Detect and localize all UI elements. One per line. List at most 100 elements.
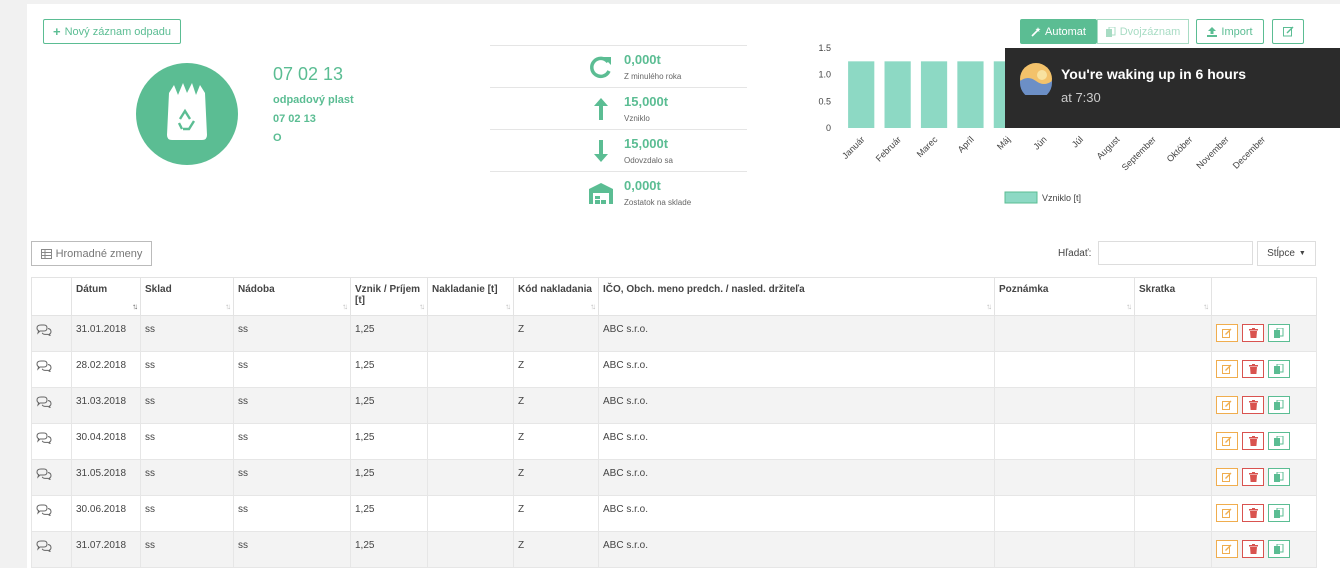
cell-nadoba: ss <box>233 531 351 568</box>
cell-ico: ABC s.r.o. <box>598 387 995 424</box>
edit-icon <box>1222 472 1232 482</box>
x-tick-label: Marec <box>915 134 940 159</box>
stat-value: 15,000t <box>624 136 669 151</box>
cell-kod: Z <box>513 495 599 532</box>
copy-row-button[interactable] <box>1268 360 1290 378</box>
edit-row-button[interactable] <box>1216 540 1238 558</box>
cell-nadoba: ss <box>233 459 351 496</box>
alarm-toast[interactable]: You're waking up in 6 hours at 7:30 <box>1005 48 1340 128</box>
table-row: 31.05.2018 ss ss 1,25 Z ABC s.r.o. <box>31 459 1317 496</box>
edit-row-button[interactable] <box>1216 468 1238 486</box>
header-poznamka[interactable]: Poznámka ↑↓ <box>994 277 1135 316</box>
comment-cell[interactable] <box>31 495 72 532</box>
stat-in-stock: 0,000t Zostatok na sklade <box>490 171 747 213</box>
cell-date: 31.03.2018 <box>71 387 141 424</box>
comments-icon <box>36 360 52 373</box>
sort-icon: ↑↓ <box>1203 302 1209 311</box>
edit-row-button[interactable] <box>1216 324 1238 342</box>
x-tick-label: Február <box>874 134 903 163</box>
copy-row-button[interactable] <box>1268 324 1290 342</box>
header-label: IČO, Obch. meno predch. / nasled. držite… <box>603 284 805 295</box>
header-sklad[interactable]: Sklad ↑↓ <box>140 277 234 316</box>
delete-row-button[interactable] <box>1242 324 1264 342</box>
header-vznik[interactable]: Vznik / Príjem [t] ↑↓ <box>350 277 428 316</box>
copy-icon <box>1274 472 1284 482</box>
waste-code-title: 07 02 13 <box>273 64 344 84</box>
edit-icon <box>1222 364 1232 374</box>
delete-row-button[interactable] <box>1242 360 1264 378</box>
bar <box>920 61 948 128</box>
delete-row-button[interactable] <box>1242 396 1264 414</box>
y-tick-label: 1.0 <box>818 70 831 80</box>
header-ico[interactable]: IČO, Obch. meno predch. / nasled. držite… <box>598 277 995 316</box>
comments-icon <box>36 540 52 553</box>
comments-icon <box>36 432 52 445</box>
delete-row-button[interactable] <box>1242 432 1264 450</box>
cell-date: 31.05.2018 <box>71 459 141 496</box>
cell-skratka <box>1134 351 1212 388</box>
delete-row-button[interactable] <box>1242 540 1264 558</box>
new-record-button[interactable]: + Nový záznam odpadu <box>43 19 181 44</box>
cell-skratka <box>1134 459 1212 496</box>
delete-row-button[interactable] <box>1242 504 1264 522</box>
edit-row-button[interactable] <box>1216 432 1238 450</box>
y-tick-label: 0 <box>826 123 831 133</box>
copy-row-button[interactable] <box>1268 396 1290 414</box>
edit-row-button[interactable] <box>1216 396 1238 414</box>
delete-row-button[interactable] <box>1242 468 1264 486</box>
x-tick-label: November <box>1194 134 1230 170</box>
copy-icon <box>1274 400 1284 410</box>
legend-swatch <box>1004 191 1038 204</box>
bulk-changes-label: Hromadné zmeny <box>55 247 143 260</box>
trash-icon <box>1248 472 1258 482</box>
header-nadoba[interactable]: Nádoba ↑↓ <box>233 277 351 316</box>
copy-icon <box>1274 436 1284 446</box>
cell-skratka <box>1134 495 1212 532</box>
stat-label: Zostatok na sklade <box>624 198 692 207</box>
header-label: Nádoba <box>238 284 275 295</box>
edit-row-button[interactable] <box>1216 360 1238 378</box>
bulk-changes-button[interactable]: Hromadné zmeny <box>31 241 152 266</box>
recycle-bag-icon <box>167 83 207 140</box>
toast-title: You're waking up in 6 hours <box>1061 66 1247 82</box>
cell-kod: Z <box>513 315 599 352</box>
copy-row-button[interactable] <box>1268 504 1290 522</box>
cell-vznik: 1,25 <box>350 423 428 460</box>
legend-label: Vzniklo [t] <box>1042 193 1081 203</box>
cell-vznik: 1,25 <box>350 315 428 352</box>
search-input[interactable] <box>1098 241 1253 265</box>
copy-row-button[interactable] <box>1268 432 1290 450</box>
stat-handed-over: 15,000t Odovzdalo sa <box>490 129 747 171</box>
comment-cell[interactable] <box>31 423 72 460</box>
plus-icon: + <box>53 24 61 39</box>
header-label: Kód nakladania <box>518 284 592 295</box>
header-nakladanie[interactable]: Nakladanie [t] ↑↓ <box>427 277 514 316</box>
table-header-row: Dátum ↑↓ Sklad ↑↓ Nádoba ↑↓ Vznik / Príjem … <box>31 277 1317 316</box>
cell-kod: Z <box>513 351 599 388</box>
cell-ico: ABC s.r.o. <box>598 495 995 532</box>
header-kod[interactable]: Kód nakladania ↑↓ <box>513 277 599 316</box>
edit-row-button[interactable] <box>1216 504 1238 522</box>
stat-value: 15,000t <box>624 94 669 109</box>
header-skratka[interactable]: Skratka ↑↓ <box>1134 277 1212 316</box>
waste-code-secondary: 07 02 13 <box>273 113 316 125</box>
comment-cell[interactable] <box>31 387 72 424</box>
waste-category: O <box>273 132 282 144</box>
columns-button[interactable]: Stĺpce ▼ <box>1257 241 1316 266</box>
comment-cell[interactable] <box>31 531 72 568</box>
search-label: Hľadať: <box>1058 248 1092 259</box>
y-tick-label: 1.5 <box>818 43 831 53</box>
sort-icon: ↑↓ <box>1126 302 1132 311</box>
import-label: Import <box>1221 25 1253 38</box>
cell-nadoba: ss <box>233 495 351 532</box>
comment-cell[interactable] <box>31 315 72 352</box>
copy-row-button[interactable] <box>1268 540 1290 558</box>
cell-poznamka <box>994 531 1135 568</box>
cell-nakladanie <box>427 531 514 568</box>
copy-row-button[interactable] <box>1268 468 1290 486</box>
edit-icon <box>1222 400 1232 410</box>
header-date[interactable]: Dátum ↑↓ <box>71 277 141 316</box>
comment-cell[interactable] <box>31 351 72 388</box>
comment-cell[interactable] <box>31 459 72 496</box>
arrow-up-icon <box>594 98 608 120</box>
